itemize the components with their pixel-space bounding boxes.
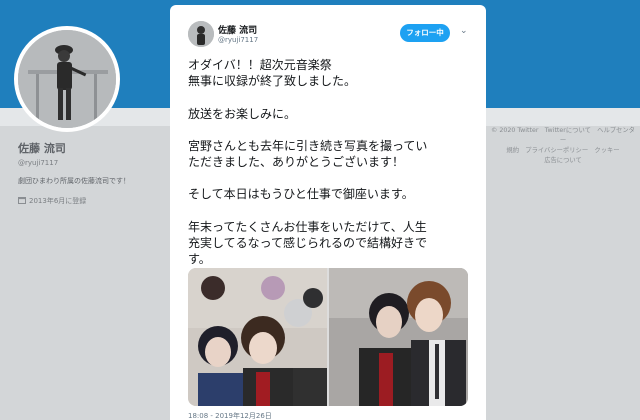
joined-date: 2013年6月に登録: [29, 197, 87, 205]
profile-info: 佐藤 流司 @ryuji7117 劇団ひまわり所属の佐藤流司です！ 2013年6…: [18, 140, 168, 206]
tweet-text-gap: [188, 90, 478, 106]
tweet-text-gap: [188, 170, 478, 186]
footer-links: © 2020 Twitter Twitterについて ヘルプセンター 規約 プラ…: [490, 126, 636, 166]
profile-avatar[interactable]: [14, 26, 120, 132]
tweet-text-line: そして本日はもうひと仕事で御座います。: [188, 187, 414, 202]
tweet-text-line: 宮野さんとも去年に引き続き写真を撮ってい: [188, 138, 428, 153]
tweet-text-line: 充実してるなって感じられるので結構好きで: [188, 236, 428, 251]
tweet-text-line: 年末ってたくさんお仕事をいただけて、人生: [188, 219, 427, 234]
footer-line-1[interactable]: © 2020 Twitter Twitterについて ヘルプセンター: [490, 126, 636, 146]
tweet-text: オダイバ！！超次元音楽祭無事に収録が終了致しました。 放送をお楽しみに。宮野さんと…: [188, 57, 478, 268]
tweet-text-gap: [188, 122, 478, 138]
tweet-text-gap: [188, 203, 478, 219]
tweet-author-name[interactable]: 佐藤 流司: [218, 23, 257, 36]
tweet-author-handle[interactable]: @ryuji7117: [218, 36, 258, 44]
tweet-photo-2[interactable]: [329, 268, 468, 406]
following-button[interactable]: フォロー中: [400, 24, 450, 42]
tweet-timestamp[interactable]: 18:08 - 2019年12月26日: [188, 411, 272, 420]
tweet-media[interactable]: [188, 268, 468, 406]
footer-line-2[interactable]: 規約 プライバシーポリシー クッキー: [490, 146, 636, 156]
profile-bio: 劇団ひまわり所属の佐藤流司です！: [18, 177, 130, 185]
profile-name[interactable]: 佐藤 流司: [18, 140, 168, 156]
calendar-icon: [18, 196, 26, 206]
tweet-text-line: 放送をお楽しみに。: [188, 106, 297, 121]
tweet-modal: 佐藤 流司 @ryuji7117 フォロー中 ⌄ オダイバ！！超次元音楽祭無事に…: [170, 5, 486, 420]
tweet-text-line: ただきました、ありがとうございます！: [188, 155, 405, 170]
tweet-photo-1[interactable]: [188, 268, 327, 406]
footer-line-3[interactable]: 広告について: [490, 156, 636, 166]
tweet-author-avatar[interactable]: [188, 21, 214, 47]
chevron-down-icon[interactable]: ⌄: [460, 26, 468, 36]
profile-handle[interactable]: @ryuji7117: [18, 159, 168, 167]
tweet-text-line: 無事に収録が終了致しました。: [188, 74, 357, 89]
tweet-header: 佐藤 流司 @ryuji7117 フォロー中 ⌄: [188, 21, 470, 49]
tweet-text-line: オダイバ！！超次元音楽祭: [188, 58, 332, 72]
profile-joined: 2013年6月に登録: [18, 196, 168, 206]
tweet-text-line: す。: [188, 252, 211, 267]
